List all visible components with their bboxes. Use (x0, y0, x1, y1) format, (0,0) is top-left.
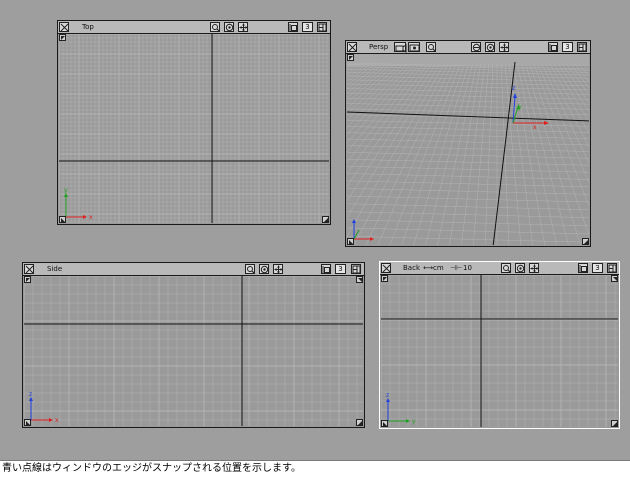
close-icon[interactable] (24, 264, 34, 274)
resize-handle-bottom-left[interactable] (381, 420, 388, 427)
close-icon[interactable] (59, 22, 69, 32)
resize-handle-top-left[interactable] (24, 276, 31, 283)
grid-lines (59, 34, 329, 223)
view-count-button[interactable]: 3 (562, 42, 573, 52)
maximize-icon[interactable] (288, 22, 298, 32)
layout-icon[interactable] (351, 264, 361, 274)
axis-gizmo-corner (352, 219, 374, 241)
grid-side: x z (24, 276, 363, 426)
close-icon[interactable] (381, 263, 391, 273)
axis-z-label: z (386, 392, 389, 399)
view-count-button[interactable]: 3 (592, 263, 603, 273)
view-count-button[interactable]: 3 (302, 22, 313, 32)
viewport-title-bar[interactable]: Persp 3 (346, 41, 590, 54)
zoom-icon[interactable] (426, 42, 436, 52)
zoom-icon[interactable] (210, 22, 220, 32)
zoom-icon[interactable] (501, 263, 511, 273)
viewport-title-bar[interactable]: Side 3 (23, 263, 364, 276)
layout-icon[interactable] (317, 22, 327, 32)
resize-handle-bottom-left[interactable] (24, 419, 31, 426)
grid-lines (24, 276, 363, 426)
orbit-icon[interactable] (259, 264, 269, 274)
viewport-back[interactable]: Back ⟷ cm ⊣⊢ 10 3 y z (379, 261, 620, 429)
axis-z-label: z (512, 85, 515, 92)
grid-step-value[interactable]: 10 (463, 263, 472, 273)
resize-handle-bottom-right[interactable] (322, 216, 329, 223)
orbit-icon[interactable] (224, 22, 234, 32)
axis-gizmo: x z (29, 391, 59, 424)
viewport-title-bar[interactable]: Back ⟷ cm ⊣⊢ 10 3 (380, 262, 619, 275)
resize-handle-top-right[interactable] (611, 275, 618, 282)
axis-y-label: y (518, 104, 522, 111)
layout-icon[interactable] (607, 263, 617, 273)
orbit-icon[interactable] (515, 263, 525, 273)
viewport-label: Back (403, 264, 420, 272)
axis-z-label: z (29, 391, 32, 398)
maximize-icon[interactable] (321, 264, 331, 274)
resize-handle-bottom-left[interactable] (59, 216, 66, 223)
resize-handle-bottom-left[interactable] (347, 238, 354, 245)
resize-handle-bottom-right[interactable] (582, 238, 589, 245)
caption-text: 青い点線はウィンドウのエッジがスナップされる位置を示します。 (2, 463, 301, 474)
unit-arrow-icon: ⟷ (423, 264, 434, 272)
resize-handle-top-left[interactable] (59, 34, 66, 41)
viewport-label: Persp (369, 43, 389, 51)
grid-persp: x y z (347, 54, 589, 245)
axis-gizmo: x y (64, 187, 93, 221)
viewport-canvas-side[interactable]: x z (24, 276, 363, 426)
grid-back: y z (381, 275, 618, 427)
resize-handle-bottom-right[interactable] (611, 420, 618, 427)
workspace-area: Top 3 x y Persp 3 x y z Side 3 x z Back … (0, 0, 630, 461)
axis-x-label: x (55, 417, 59, 424)
unit-label[interactable]: cm (433, 263, 444, 273)
resize-handle-bottom-right[interactable] (356, 419, 363, 426)
dolly-icon[interactable] (471, 42, 481, 52)
resize-handle-top-right[interactable] (356, 276, 363, 283)
viewport-label: Side (47, 265, 63, 273)
pan-icon[interactable] (499, 42, 509, 52)
viewport-label: Top (82, 23, 94, 31)
viewport-top[interactable]: Top 3 x y (57, 20, 331, 225)
viewport-canvas-persp[interactable]: x y z (347, 54, 589, 245)
maximize-icon[interactable] (578, 263, 588, 273)
layout-icon[interactable] (577, 42, 587, 52)
axis-x-label: x (533, 124, 537, 131)
pan-icon[interactable] (529, 263, 539, 273)
grid-step-icon: ⊣⊢ (450, 264, 463, 272)
orbit-icon[interactable] (485, 42, 495, 52)
viewport-title-bar[interactable]: Top 3 (58, 21, 330, 34)
grid-lines (381, 275, 618, 427)
axis-y-label: y (412, 418, 416, 425)
viewport-persp[interactable]: Persp 3 x y z (345, 40, 591, 247)
maximize-icon[interactable] (548, 42, 558, 52)
axis-x-label: x (89, 214, 93, 221)
viewport-canvas-back[interactable]: y z (381, 275, 618, 427)
perspective-grid-lines (347, 54, 589, 245)
view-count-button[interactable]: 3 (335, 264, 346, 274)
resize-handle-top-left[interactable] (381, 275, 388, 282)
pan-icon[interactable] (273, 264, 283, 274)
zoom-icon[interactable] (245, 264, 255, 274)
camera-icon[interactable] (394, 42, 407, 53)
viewport-side[interactable]: Side 3 x z (22, 262, 365, 428)
camera-settings-icon[interactable] (408, 42, 420, 52)
close-icon[interactable] (347, 42, 357, 52)
pan-icon[interactable] (238, 22, 248, 32)
axis-gizmo: y z (386, 392, 416, 425)
grid-top: x y (59, 34, 329, 223)
resize-handle-top-left[interactable] (347, 54, 354, 61)
axis-y-label: y (64, 187, 68, 194)
viewport-canvas-top[interactable]: x y (59, 34, 329, 223)
